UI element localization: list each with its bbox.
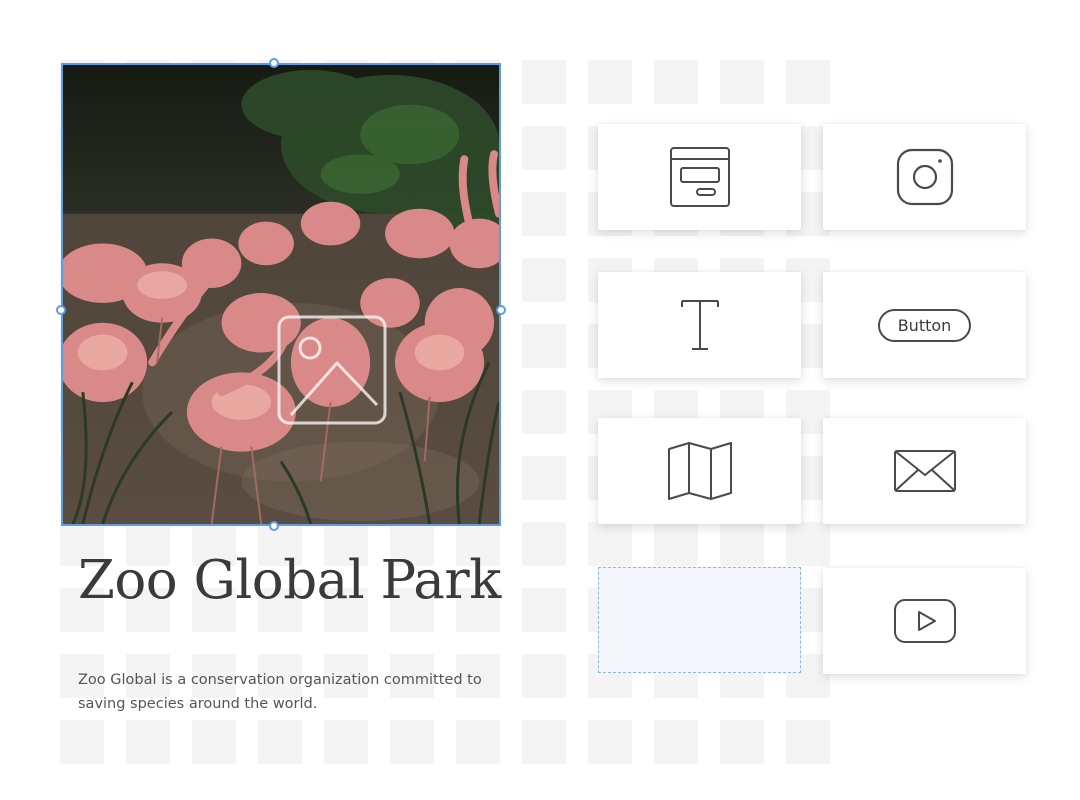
grid-tile <box>522 720 566 764</box>
grid-tile <box>522 390 566 434</box>
palette-map[interactable] <box>598 418 801 524</box>
instagram-icon <box>896 148 953 206</box>
grid-tile <box>654 720 698 764</box>
palette-layout-block[interactable] <box>598 124 801 230</box>
palette-instagram[interactable] <box>823 124 1026 230</box>
drop-target-zone[interactable] <box>598 567 801 673</box>
grid-tile <box>60 720 104 764</box>
resize-handle-right[interactable] <box>496 305 506 315</box>
grid-tile <box>522 60 566 104</box>
palette-button[interactable]: Button <box>823 272 1026 378</box>
palette-text[interactable] <box>598 272 801 378</box>
grid-tile <box>522 192 566 236</box>
grid-tile <box>258 720 302 764</box>
resize-handle-left[interactable] <box>56 305 66 315</box>
grid-tile <box>324 720 368 764</box>
grid-tile <box>588 720 632 764</box>
grid-tile <box>456 720 500 764</box>
grid-tile <box>192 720 236 764</box>
page-description[interactable]: Zoo Global is a conservation organizatio… <box>78 668 508 716</box>
resize-handle-bottom[interactable] <box>269 521 279 531</box>
grid-tile <box>720 720 764 764</box>
grid-tile <box>720 522 764 566</box>
palette-email[interactable] <box>823 418 1026 524</box>
text-icon <box>680 300 719 350</box>
selected-image-block[interactable] <box>61 63 501 526</box>
grid-tile <box>654 60 698 104</box>
grid-tile <box>588 522 632 566</box>
envelope-icon <box>893 450 956 492</box>
youtube-icon <box>893 599 956 643</box>
grid-tile <box>786 720 830 764</box>
grid-tile <box>522 522 566 566</box>
grid-tile <box>588 60 632 104</box>
palette-video[interactable] <box>823 568 1026 674</box>
grid-tile <box>522 654 566 698</box>
map-icon <box>667 442 732 500</box>
grid-tile <box>654 522 698 566</box>
grid-tile <box>522 258 566 302</box>
grid-tile <box>786 522 830 566</box>
image-placeholder-icon <box>277 315 387 425</box>
page-title[interactable]: Zoo Global Park <box>78 550 501 611</box>
grid-tile <box>522 588 566 632</box>
grid-tile <box>522 324 566 368</box>
flamingo-photo <box>63 65 499 524</box>
grid-tile <box>786 60 830 104</box>
grid-tile <box>522 126 566 170</box>
grid-tile <box>126 720 170 764</box>
button-sample: Button <box>877 308 972 342</box>
grid-tile <box>720 60 764 104</box>
resize-handle-top[interactable] <box>269 58 279 68</box>
grid-tile <box>390 720 434 764</box>
layout-block-icon <box>669 147 730 207</box>
grid-tile <box>522 456 566 500</box>
